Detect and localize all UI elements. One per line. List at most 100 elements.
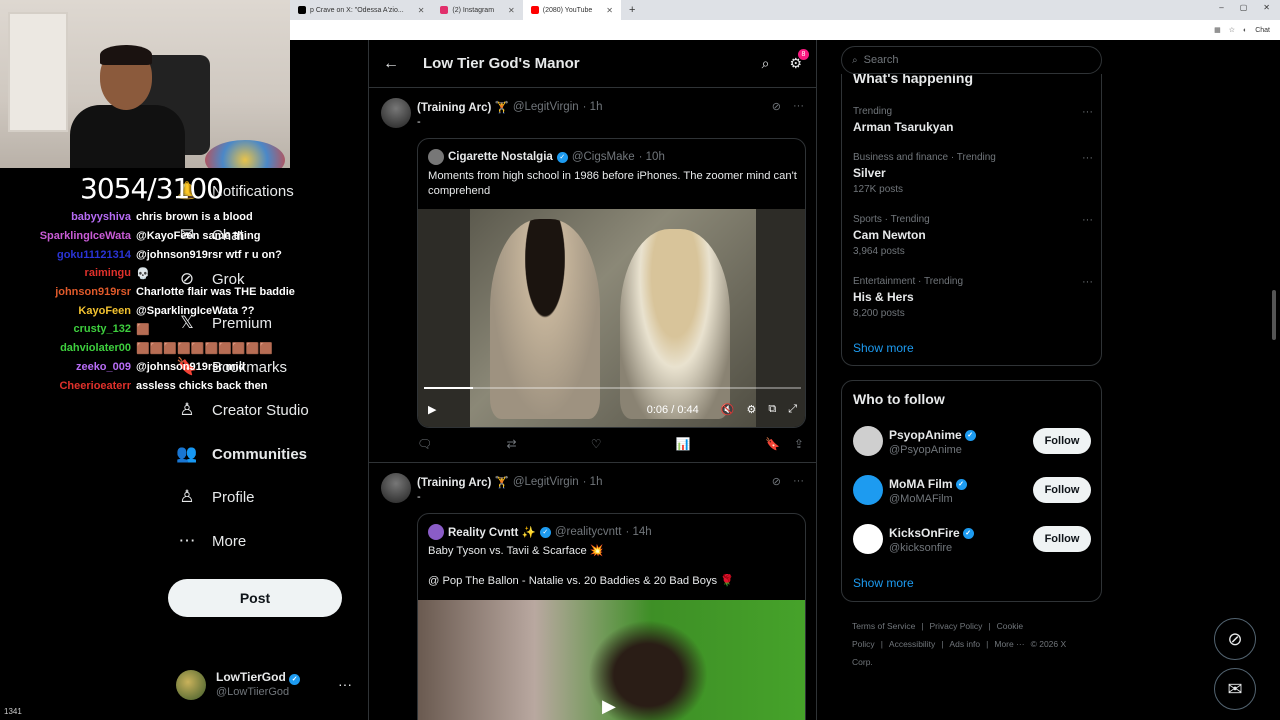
more-icon[interactable]: ···	[793, 475, 804, 488]
video-player[interactable]: ▶ 0:06 / 0:44 🔇 ⚙ ⧉ ⤢	[418, 209, 805, 427]
chat-text: Charlotte flair was THE baddie	[136, 286, 295, 299]
reply-icon[interactable]: 🗨	[417, 437, 432, 451]
avatar[interactable]	[381, 473, 411, 503]
new-tab-button[interactable]: +	[629, 4, 635, 16]
back-arrow-icon[interactable]: ←	[383, 55, 423, 73]
follow-button[interactable]: Follow	[1033, 526, 1091, 552]
trend-item[interactable]: Business and finance · Trending Silver 127…	[853, 152, 1093, 195]
chat-username: raimingu	[84, 267, 131, 280]
settings-icon[interactable]: ⚙	[746, 403, 756, 416]
browser-tab[interactable]: (2) Instagram ✕	[432, 0, 522, 20]
search-input[interactable]: ⌕ Search	[841, 46, 1102, 74]
bookmark-icon[interactable]: 🔖	[765, 437, 780, 451]
avatar[interactable]	[853, 475, 883, 505]
footer-link[interactable]: Terms of Service	[852, 621, 915, 631]
messages-fab-icon[interactable]: ✉	[1214, 668, 1256, 710]
tweet-header: (Training Arc) 🏋 @LegitVirgin · 1h	[417, 475, 602, 489]
scrollbar[interactable]	[1272, 290, 1276, 340]
footer-link[interactable]: Ads info	[949, 639, 980, 649]
tweet-author-handle[interactable]: @LegitVirgin	[513, 101, 579, 113]
more-icon[interactable]: ···	[1082, 276, 1093, 288]
footer-link[interactable]: More ···	[994, 639, 1024, 649]
tweet[interactable]: (Training Arc) 🏋 @LegitVirgin · 1h ⊘ ···…	[369, 463, 816, 720]
quoted-tweet-header: Reality Cvntt ✨ ✓ @realitycvntt · 14h	[428, 524, 652, 540]
extension-icon[interactable]: ▦	[1214, 26, 1221, 34]
maximize-icon[interactable]: ▢	[1240, 3, 1248, 12]
nav-item-more[interactable]: ⋯ More	[176, 531, 247, 551]
grok-icon[interactable]: ⊘	[772, 475, 781, 488]
chat-text: 🟫	[136, 323, 150, 336]
grok-fab-icon[interactable]: ⊘	[1214, 618, 1256, 660]
profile-browser-icon[interactable]: ◐	[1243, 27, 1247, 34]
webcam-streamer-body	[70, 105, 185, 168]
more-icon[interactable]: ···	[1082, 152, 1093, 164]
like-icon[interactable]: ♡	[591, 437, 602, 451]
nav-item-profile[interactable]: ♙ Profile	[176, 487, 254, 507]
follow-suggestion[interactable]: KicksOnFire ✓ @kicksonfire Follow	[853, 524, 1091, 558]
video-progress-bar[interactable]	[424, 387, 801, 389]
follow-button[interactable]: Follow	[1033, 477, 1091, 503]
close-window-icon[interactable]: ✕	[1263, 3, 1270, 12]
profile-icon: ♙	[179, 487, 195, 506]
views-icon[interactable]: 📊	[676, 437, 691, 451]
tweet-author-name[interactable]: (Training Arc) 🏋	[417, 475, 509, 489]
avatar[interactable]	[381, 98, 411, 128]
more-icon[interactable]: ···	[1082, 106, 1093, 118]
footer-link[interactable]: Accessibility	[889, 639, 935, 649]
browser-tab-active[interactable]: (2080) YouTube ✕	[522, 0, 621, 20]
fullscreen-icon[interactable]: ⤢	[788, 403, 797, 416]
page-header: ← Low Tier God's Manor ⌕ ⚙ 8	[369, 40, 816, 88]
tweet-actions-right: 🔖 ⇪	[765, 437, 804, 451]
tweet-time[interactable]: · 1h	[583, 476, 603, 488]
avatar[interactable]	[853, 524, 883, 554]
share-icon[interactable]: ⇪	[794, 437, 804, 451]
browser-chat-button[interactable]: Chat	[1255, 27, 1270, 34]
tweet[interactable]: (Training Arc) 🏋 @LegitVirgin · 1h ⊘ ···…	[369, 88, 816, 463]
close-tab-icon[interactable]: ✕	[418, 6, 425, 15]
settings-icon[interactable]: ⚙ 8	[789, 49, 809, 72]
tweet-author-name[interactable]: (Training Arc) 🏋	[417, 100, 509, 114]
footer-separator: |	[941, 639, 944, 649]
post-button[interactable]: Post	[168, 579, 342, 617]
trend-category: Sports · Trending	[853, 214, 930, 225]
footer-link[interactable]: Privacy Policy	[930, 621, 983, 631]
suggestion-name[interactable]: MoMA Film ✓	[889, 477, 967, 491]
grok-icon[interactable]: ⊘	[772, 100, 781, 113]
suggestion-name[interactable]: PsyopAnime ✓	[889, 428, 976, 442]
trend-item[interactable]: Trending Arman Tsarukyan ···	[853, 106, 1093, 138]
follow-suggestion[interactable]: MoMA Film ✓ @MoMAFilm Follow	[853, 475, 1091, 509]
close-tab-icon[interactable]: ✕	[508, 6, 515, 15]
more-icon[interactable]: ···	[793, 100, 804, 113]
mute-icon[interactable]: 🔇	[721, 403, 735, 416]
suggestion-name[interactable]: KicksOnFire ✓	[889, 526, 974, 540]
play-icon[interactable]: ▶	[602, 696, 616, 717]
more-icon[interactable]: ···	[1082, 214, 1093, 226]
close-tab-icon[interactable]: ✕	[606, 6, 613, 15]
tweet-author-handle[interactable]: @LegitVirgin	[513, 476, 579, 488]
search-icon[interactable]: ⌕	[762, 55, 770, 72]
follow-suggestion[interactable]: PsyopAnime ✓ @PsyopAnime Follow	[853, 426, 1091, 460]
verified-icon: ✓	[964, 429, 976, 441]
show-more-link[interactable]: Show more	[853, 341, 914, 355]
trend-item[interactable]: Sports · Trending Cam Newton 3,964 posts ··…	[853, 214, 1093, 257]
star-icon[interactable]: ☆	[1229, 26, 1235, 34]
trend-item[interactable]: Entertainment · Trending His & Hers 8,200 …	[853, 276, 1093, 319]
quoted-tweet[interactable]: Cigarette Nostalgia ✓ @CigsMake · 10h Mo…	[417, 138, 806, 428]
quoted-tweet-text: Baby Tyson vs. Tavii & Scarface 💥	[428, 545, 604, 557]
play-icon[interactable]: ▶	[428, 403, 436, 416]
more-icon[interactable]: ···	[338, 676, 352, 692]
video-player[interactable]: ▶	[418, 600, 805, 720]
minimize-icon[interactable]: –	[1219, 3, 1223, 12]
video-frame	[470, 209, 756, 427]
retweet-icon[interactable]: ⇄	[506, 437, 516, 451]
avatar[interactable]	[853, 426, 883, 456]
nav-item-creator-studio[interactable]: ♙ Creator Studio	[176, 400, 308, 420]
browser-tab[interactable]: p Crave on X: "Odessa A'zio... ✕	[290, 0, 432, 20]
follow-button[interactable]: Follow	[1033, 428, 1091, 454]
nav-item-communities[interactable]: 👥 Communities	[176, 444, 307, 464]
quoted-tweet[interactable]: Reality Cvntt ✨ ✓ @realitycvntt · 14h Ba…	[417, 513, 806, 720]
tweet-time[interactable]: · 1h	[583, 101, 603, 113]
show-more-link[interactable]: Show more	[853, 576, 914, 590]
pip-icon[interactable]: ⧉	[768, 403, 776, 416]
account-switcher[interactable]: LowTierGod ✓ @LowTiierGod ···	[176, 668, 356, 704]
